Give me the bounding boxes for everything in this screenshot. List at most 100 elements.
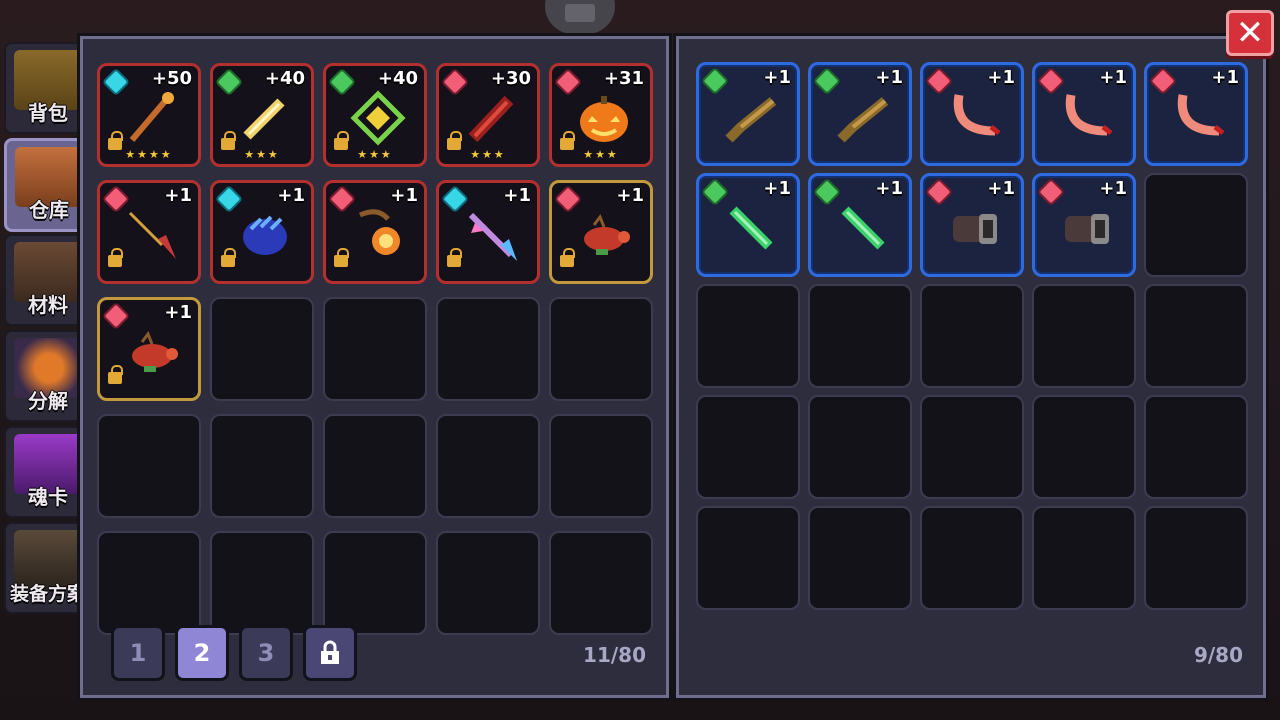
lantern-icon	[348, 205, 408, 265]
item-slot[interactable]: +1	[808, 173, 912, 277]
empty-slot[interactable]	[808, 284, 912, 388]
backpack-count: 9/80	[1193, 643, 1243, 667]
item-level: +40	[377, 68, 418, 89]
close-button[interactable]: ✕	[1226, 10, 1274, 56]
item-level: +1	[1099, 178, 1127, 199]
item-level: +50	[151, 68, 192, 89]
shotgun-icon	[833, 87, 893, 147]
item-level: +1	[1211, 67, 1239, 88]
dragon-gun-icon	[574, 205, 634, 265]
empty-slot[interactable]	[1144, 395, 1248, 499]
item-slot[interactable]: +1	[920, 173, 1024, 277]
empty-slot[interactable]	[696, 395, 800, 499]
empty-slot[interactable]	[1032, 395, 1136, 499]
empty-slot[interactable]	[696, 284, 800, 388]
item-slot[interactable]: +1	[1032, 62, 1136, 166]
item-slot[interactable]: +1	[97, 297, 201, 401]
empty-slot[interactable]	[436, 531, 540, 635]
empty-slot[interactable]	[1032, 506, 1136, 610]
item-level: +1	[763, 67, 791, 88]
sidebar-tab-soul-card[interactable]: 魂卡	[4, 426, 92, 518]
horn-icon	[1057, 87, 1117, 147]
lock-icon	[560, 248, 575, 267]
page-tab-3[interactable]: 3	[239, 625, 293, 681]
empty-slot[interactable]	[436, 297, 540, 401]
empty-slot[interactable]	[808, 506, 912, 610]
pumpkin-icon	[574, 88, 634, 148]
sidebar-tab-materials[interactable]: 材料	[4, 234, 92, 326]
green-diamond-icon	[348, 88, 408, 148]
item-stars: ★★★	[357, 148, 393, 161]
sidebar-tab-label: 魂卡	[28, 485, 68, 509]
empty-slot[interactable]	[97, 531, 201, 635]
empty-slot[interactable]	[210, 414, 314, 518]
item-slot[interactable]: +50 ★★★★	[97, 63, 201, 167]
empty-slot[interactable]	[1032, 284, 1136, 388]
page-tab-1[interactable]: 1	[111, 625, 165, 681]
lock-icon	[447, 248, 462, 267]
item-level: +1	[987, 67, 1015, 88]
page-tabs: 1 2 3	[111, 625, 357, 681]
empty-slot[interactable]	[323, 297, 427, 401]
item-level: +31	[603, 68, 644, 89]
item-slot[interactable]: +1	[210, 180, 314, 284]
item-level: +1	[164, 185, 192, 206]
empty-slot[interactable]	[1144, 173, 1248, 277]
golden-sword-icon	[235, 88, 295, 148]
item-level: +1	[277, 185, 305, 206]
empty-slot[interactable]	[436, 414, 540, 518]
empty-slot[interactable]	[1144, 506, 1248, 610]
empty-slot[interactable]	[920, 395, 1024, 499]
item-slot[interactable]: +1	[696, 173, 800, 277]
item-level: +1	[390, 185, 418, 206]
backpack-panel: +1 +1 +1 +1 +1 +1 +1 +1 +1 9/80	[676, 36, 1266, 698]
empty-slot[interactable]	[210, 297, 314, 401]
item-slot[interactable]: +1	[808, 62, 912, 166]
item-slot[interactable]: +1	[920, 62, 1024, 166]
item-level: +1	[987, 178, 1015, 199]
empty-slot[interactable]	[808, 395, 912, 499]
item-slot[interactable]: +40 ★★★	[323, 63, 427, 167]
item-slot[interactable]: +1	[97, 180, 201, 284]
item-level: +30	[490, 68, 531, 89]
lock-icon	[221, 248, 236, 267]
item-level: +40	[264, 68, 305, 89]
empty-slot[interactable]	[549, 531, 653, 635]
item-slot[interactable]: +1	[549, 180, 653, 284]
empty-slot[interactable]	[1144, 284, 1248, 388]
item-slot[interactable]: +1	[1032, 173, 1136, 277]
item-slot[interactable]: +31 ★★★	[549, 63, 653, 167]
red-greatsword-icon	[461, 88, 521, 148]
item-slot[interactable]: +30 ★★★	[436, 63, 540, 167]
empty-slot[interactable]	[920, 284, 1024, 388]
empty-slot[interactable]	[323, 531, 427, 635]
page-tab-2[interactable]: 2	[175, 625, 229, 681]
sidebar-tab-label: 仓库	[29, 198, 69, 222]
locked-page-tab[interactable]	[303, 625, 357, 681]
item-stars: ★★★	[470, 148, 506, 161]
item-slot[interactable]: +40 ★★★	[210, 63, 314, 167]
item-slot[interactable]: +1	[696, 62, 800, 166]
item-slot[interactable]: +1	[323, 180, 427, 284]
item-slot[interactable]: +1	[436, 180, 540, 284]
empty-slot[interactable]	[97, 414, 201, 518]
item-level: +1	[875, 178, 903, 199]
green-sword-icon	[833, 198, 893, 258]
horn-icon	[945, 87, 1005, 147]
sidebar-tab-dismantle[interactable]: 分解	[4, 330, 92, 422]
sidebar-tab-backpack[interactable]: 背包	[4, 42, 92, 134]
empty-slot[interactable]	[549, 414, 653, 518]
item-level: +1	[763, 178, 791, 199]
item-level: +1	[616, 185, 644, 206]
lock-icon	[334, 248, 349, 267]
item-slot[interactable]: +1	[1144, 62, 1248, 166]
warehouse-grid: +50 ★★★★ +40 ★★★ +40 ★★★ +30 ★★★ +31 ★★★ +1 +1 +1 +1 +…	[97, 63, 653, 635]
empty-slot[interactable]	[210, 531, 314, 635]
horn-icon	[1169, 87, 1229, 147]
empty-slot[interactable]	[323, 414, 427, 518]
empty-slot[interactable]	[549, 297, 653, 401]
empty-slot[interactable]	[696, 506, 800, 610]
green-sword-icon	[721, 198, 781, 258]
sidebar-tab-equipment-plan[interactable]: 装备方案	[4, 522, 92, 614]
empty-slot[interactable]	[920, 506, 1024, 610]
